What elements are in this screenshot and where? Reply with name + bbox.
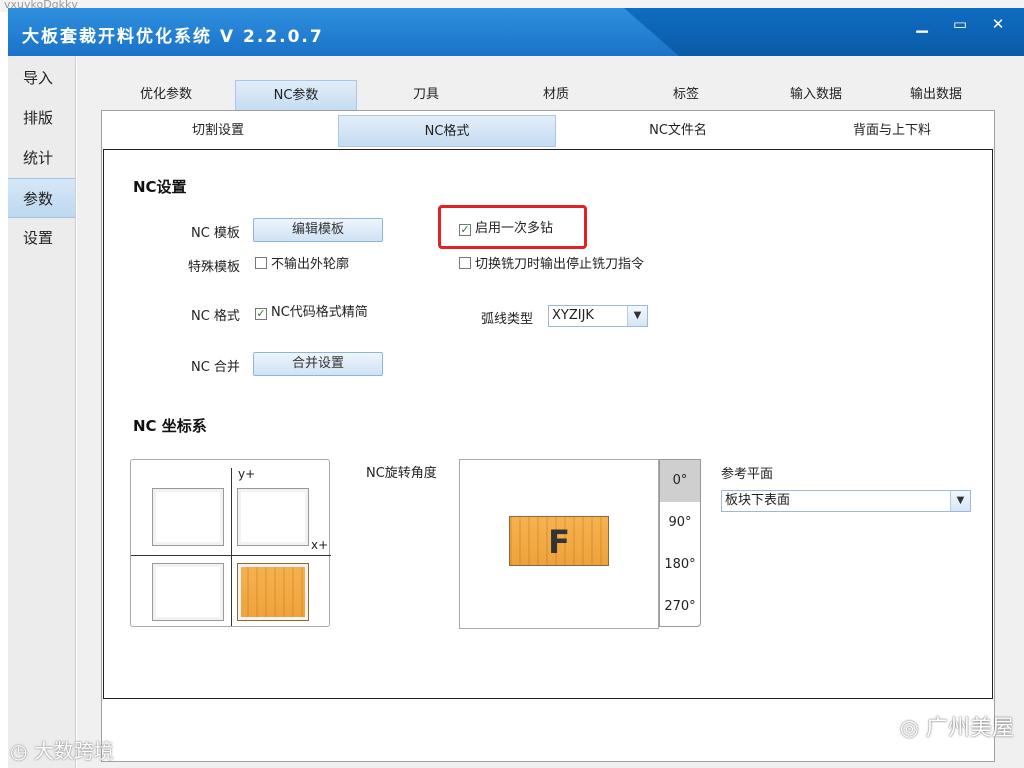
watermark-brand: ◷ 大数跨境 — [10, 735, 114, 764]
tab-tools[interactable]: 刀具 — [367, 80, 485, 110]
rotation-option-0[interactable]: 0° — [660, 460, 700, 502]
sidebar-item-settings[interactable]: 设置 — [8, 218, 75, 258]
rotation-option-180[interactable]: 180° — [660, 544, 700, 586]
sidebar-item-layout[interactable]: 排版 — [8, 98, 75, 138]
y-axis-line — [231, 468, 232, 626]
tab-back-and-loading[interactable]: 背面与上下料 — [802, 115, 982, 147]
tab-output-data[interactable]: 输出数据 — [877, 80, 995, 110]
edit-template-button[interactable]: 编辑模板 — [253, 218, 383, 242]
checkbox-box — [255, 257, 267, 269]
special-template-label: 特殊模板 — [188, 260, 241, 275]
tab-material[interactable]: 材质 — [497, 80, 615, 110]
maximize-button[interactable]: ▭ — [944, 12, 976, 36]
nc-settings-title: NC设置 — [133, 178, 187, 196]
arc-type-select[interactable]: XYZIJK ▼ — [548, 305, 648, 327]
coordinate-diagram: y+ x+ — [130, 459, 331, 627]
enable-multi-drill-checkbox[interactable]: ✓ 启用一次多钻 — [459, 221, 553, 239]
switch-mill-label: 切换铣刀时输出停止铣刀指令 — [475, 257, 645, 272]
check-icon: ✓ — [255, 307, 267, 320]
ref-plane-value: 板块下表面 — [725, 493, 791, 508]
nc-coord-title: NC 坐标系 — [133, 417, 207, 435]
title-bar: 大板套裁开料优化系统 V 2.2.0.7 ▁ ▭ ✕ — [8, 8, 1024, 56]
quadrant-bottom-right-board — [237, 563, 309, 621]
tab-cut-settings[interactable]: 切割设置 — [132, 115, 304, 147]
x-axis-label: x+ — [311, 538, 329, 552]
arc-type-label: 弧线类型 — [481, 312, 534, 327]
watermark-left-text: 大数跨境 — [33, 739, 114, 763]
tab-nc-format[interactable]: NC格式 — [338, 115, 556, 147]
checkbox-box — [459, 257, 471, 269]
rotation-option-90[interactable]: 90° — [660, 502, 700, 544]
no-outline-label: 不输出外轮廓 — [271, 257, 350, 272]
simplify-checkbox[interactable]: ✓ NC代码格式精简 — [255, 305, 368, 323]
nc-params-panel: 切割设置 NC格式 NC文件名 背面与上下料 NC设置 NC 模板 编辑模板 特… — [101, 110, 995, 762]
main-area: 优化参数 NC参数 刀具 材质 标签 输入数据 输出数据 切割设置 NC格式 N… — [77, 56, 1024, 768]
sidebar-item-statistics[interactable]: 统计 — [8, 138, 75, 178]
rotation-label: NC旋转角度 — [366, 466, 437, 481]
sub-tab-bar: 切割设置 NC格式 NC文件名 背面与上下料 — [102, 111, 994, 147]
nc-format-content: NC设置 NC 模板 编辑模板 特殊模板 不输出外轮廓 ✓ 启用一次多钻 切换铣刀… — [103, 149, 993, 699]
quadrant-top-left — [152, 488, 224, 546]
tab-optimize-params[interactable]: 优化参数 — [107, 80, 225, 110]
no-outline-checkbox[interactable]: 不输出外轮廓 — [255, 257, 349, 275]
quadrant-bottom-left — [152, 563, 224, 621]
tab-nc-params[interactable]: NC参数 — [235, 80, 357, 110]
y-axis-label: y+ — [238, 467, 256, 481]
top-tab-bar: 优化参数 NC参数 刀具 材质 标签 输入数据 输出数据 — [77, 78, 1024, 112]
ref-plane-label: 参考平面 — [721, 467, 774, 482]
sidebar: 导入 排版 统计 参数 设置 — [8, 56, 76, 768]
chevron-down-icon: ▼ — [950, 491, 970, 511]
tab-label[interactable]: 标签 — [627, 80, 745, 110]
nc-merge-label: NC 合并 — [191, 360, 240, 375]
tab-nc-filename[interactable]: NC文件名 — [592, 115, 764, 147]
chevron-down-icon: ▼ — [627, 306, 647, 326]
simplify-label: NC代码格式精简 — [271, 305, 368, 320]
sidebar-item-import[interactable]: 导入 — [8, 58, 75, 98]
minimize-button[interactable]: ▁ — [906, 12, 938, 36]
check-icon: ✓ — [459, 223, 471, 236]
merge-settings-button[interactable]: 合并设置 — [253, 352, 383, 376]
close-button[interactable]: ✕ — [982, 12, 1014, 36]
sidebar-item-parameters[interactable]: 参数 — [8, 178, 75, 218]
tab-input-data[interactable]: 输入数据 — [757, 80, 875, 110]
enable-multi-drill-label: 启用一次多钻 — [475, 221, 554, 236]
brand-logo-icon: ◷ — [10, 739, 28, 763]
switch-mill-checkbox[interactable]: 切换铣刀时输出停止铣刀指令 — [459, 257, 644, 275]
quadrant-top-right — [237, 488, 309, 546]
wechat-icon: ◎ — [899, 716, 919, 741]
ref-plane-select[interactable]: 板块下表面 ▼ — [721, 490, 971, 512]
rotation-preview: F — [459, 459, 659, 629]
arc-type-value: XYZIJK — [552, 308, 594, 323]
rotation-option-270[interactable]: 270° — [660, 586, 700, 628]
window-title: 大板套裁开料优化系统 V 2.2.0.7 — [22, 27, 324, 47]
nc-template-label: NC 模板 — [191, 226, 240, 241]
nc-format-label: NC 格式 — [191, 309, 240, 324]
watermark-right-text: 广州美屋 — [925, 716, 1014, 741]
board-preview: F — [509, 516, 609, 566]
rotation-angle-list: 0° 90° 180° 270° — [659, 459, 701, 627]
watermark-wechat: ◎ 广州美屋 — [900, 710, 1014, 742]
